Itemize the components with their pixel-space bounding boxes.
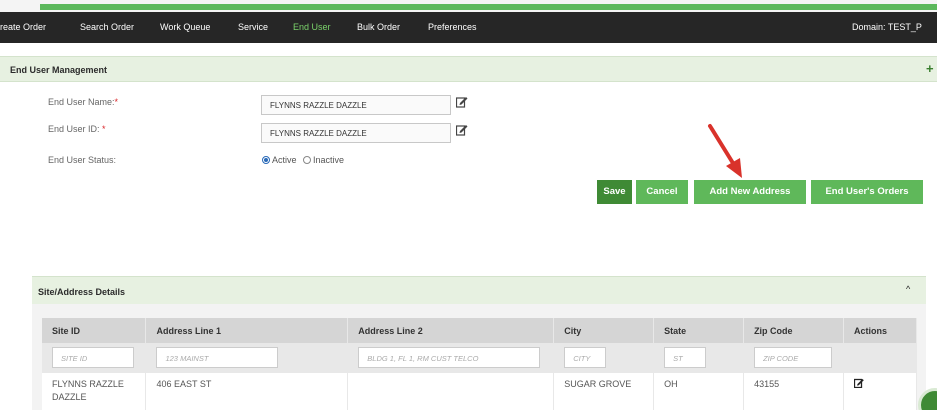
col-header-city[interactable]: City (553, 318, 655, 343)
end-user-management-header: End User Management + (0, 56, 937, 82)
end-user-name-input[interactable]: FLYNNS RAZZLE DAZZLE (261, 95, 451, 115)
nav-service[interactable]: Service (238, 22, 268, 32)
nav-bulk-order[interactable]: Bulk Order (357, 22, 400, 32)
site-address-panel-header: Site/Address Details ^ (32, 276, 926, 304)
col-header-site-id[interactable]: Site ID (42, 318, 147, 343)
edit-name-icon[interactable] (455, 96, 468, 108)
filter-zip-code-input[interactable]: ZIP CODE (754, 347, 833, 368)
annotation-arrow-icon (708, 124, 742, 178)
nav-create-order[interactable]: reate Order (0, 22, 46, 32)
save-button[interactable]: Save (597, 180, 632, 204)
filter-address-line-2-input[interactable]: BLDG 1, FL 1, RM CUST TELCO (358, 347, 541, 368)
site-address-table: Site ID Address Line 1 Address Line 2 Ci… (42, 318, 917, 410)
top-accent-bar (40, 4, 937, 10)
end-user-name-label: End User Name:* (48, 97, 119, 107)
cancel-button[interactable]: Cancel (636, 180, 688, 204)
nav-preferences[interactable]: Preferences (428, 22, 477, 32)
end-user-status-label: End User Status: (48, 155, 117, 165)
edit-id-icon[interactable] (455, 124, 468, 136)
end-user-orders-button[interactable]: End User's Orders (811, 180, 923, 204)
nav-end-user[interactable]: End User (293, 22, 331, 32)
cell-actions (843, 373, 917, 410)
main-navbar: reate Order Search Order Work Queue Serv… (0, 12, 937, 43)
site-panel-title: Site/Address Details (38, 287, 126, 297)
nav-work-queue[interactable]: Work Queue (160, 22, 210, 32)
expand-plus-icon[interactable]: + (926, 61, 934, 76)
radio-inactive[interactable] (303, 156, 312, 164)
filter-row: SITE ID 123 MAINST BLDG 1, FL 1, RM CUST… (42, 343, 917, 373)
filter-city-input[interactable]: CITY (564, 347, 607, 368)
col-header-address-line-2[interactable]: Address Line 2 (347, 318, 555, 343)
collapse-caret-icon[interactable]: ^ (906, 284, 910, 294)
cell-address-line-2 (347, 373, 555, 410)
radio-active-label: Active (272, 155, 297, 165)
filter-state-input[interactable]: ST (664, 347, 707, 368)
domain-indicator: Domain: TEST_P (852, 22, 922, 32)
status-radio-group: Active Inactive (262, 155, 344, 165)
cell-site-id: FLYNNS RAZZLE DAZZLE (42, 373, 147, 410)
cell-zip-code: 43155 (743, 373, 845, 410)
col-header-actions: Actions (843, 318, 917, 343)
window-top-strip (0, 0, 937, 12)
required-marker: * (102, 124, 106, 134)
add-new-address-button[interactable]: Add New Address (694, 180, 806, 204)
cell-address-line-1: 406 EAST ST (145, 373, 349, 410)
radio-active[interactable] (262, 156, 270, 164)
filter-site-id-input[interactable]: SITE ID (52, 347, 134, 368)
col-header-state[interactable]: State (653, 318, 745, 343)
cell-city: SUGAR GROVE (553, 373, 655, 410)
section-title: End User Management (10, 65, 108, 75)
end-user-id-label: End User ID: * (48, 124, 106, 134)
nav-search-order[interactable]: Search Order (80, 22, 134, 32)
end-user-id-input[interactable]: FLYNNS RAZZLE DAZZLE (261, 123, 451, 143)
filter-address-line-1-input[interactable]: 123 MAINST (156, 347, 279, 368)
col-header-zip-code[interactable]: Zip Code (743, 318, 845, 343)
radio-inactive-label: Inactive (313, 155, 345, 165)
col-header-address-line-1[interactable]: Address Line 1 (145, 318, 349, 343)
cell-state: OH (653, 373, 745, 410)
required-marker: * (114, 97, 119, 107)
table-header-row: Site ID Address Line 1 Address Line 2 Ci… (42, 318, 917, 343)
edit-row-icon[interactable] (853, 378, 864, 389)
table-row[interactable]: FLYNNS RAZZLE DAZZLE 406 EAST ST SUGAR G… (42, 373, 917, 410)
